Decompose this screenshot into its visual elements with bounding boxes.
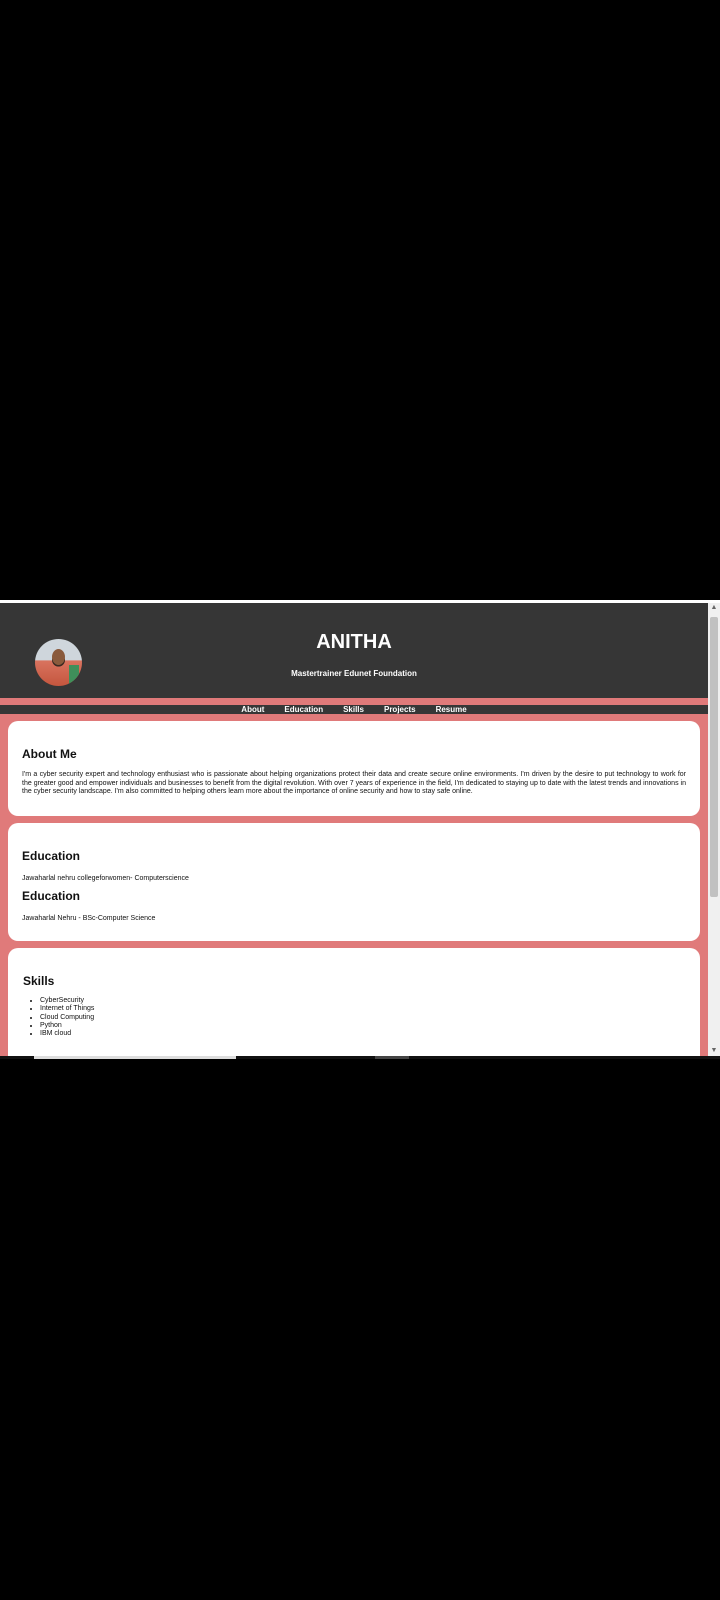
skill-item: Python xyxy=(40,1022,94,1030)
vertical-scrollbar[interactable]: ▲ ▼ xyxy=(708,603,720,1056)
education-title-1: Education xyxy=(22,849,81,863)
nav-link-education[interactable]: Education xyxy=(274,705,333,714)
skills-title: Skills xyxy=(23,974,55,988)
about-title: About Me xyxy=(22,747,77,761)
nav-link-about[interactable]: About xyxy=(231,705,274,714)
skill-item: Internet of Things xyxy=(40,1005,94,1013)
profile-name: ANITHA xyxy=(316,631,392,653)
horizontal-scroll-thumb[interactable] xyxy=(34,1056,236,1059)
about-section: About Me I'm a cyber security expert and… xyxy=(8,721,700,816)
education-title-2: Education xyxy=(22,889,81,903)
nav-link-resume[interactable]: Resume xyxy=(426,705,477,714)
skills-list: CyberSecurity Internet of Things Cloud C… xyxy=(22,997,94,1038)
scroll-down-arrow-icon[interactable]: ▼ xyxy=(708,1046,720,1056)
skill-item: IBM cloud xyxy=(40,1030,94,1038)
skill-item: CyberSecurity xyxy=(40,997,94,1005)
about-text: I'm a cyber security expert and technolo… xyxy=(22,771,686,795)
bottom-strip-segment xyxy=(375,1056,409,1059)
nav-link-projects[interactable]: Projects xyxy=(374,705,426,714)
browser-viewport: ANITHA Mastertrainer Edunet Foundation A… xyxy=(0,603,708,1056)
education-entry-2: Jawaharlal Nehru - BSc-Computer Science xyxy=(22,915,156,922)
nav-bar: About Education Skills Projects Resume xyxy=(0,705,708,714)
scroll-up-arrow-icon[interactable]: ▲ xyxy=(708,603,720,613)
skill-item: Cloud Computing xyxy=(40,1014,94,1022)
profile-tagline: Mastertrainer Edunet Foundation xyxy=(291,669,417,678)
scroll-thumb[interactable] xyxy=(710,617,718,897)
education-entry-1: Jawaharlal nehru collegeforwomen- Comput… xyxy=(22,875,189,882)
education-section: Education Jawaharlal nehru collegeforwom… xyxy=(8,823,700,941)
skills-section: Skills CyberSecurity Internet of Things … xyxy=(8,948,700,1056)
nav-link-skills[interactable]: Skills xyxy=(333,705,374,714)
site-header: ANITHA Mastertrainer Edunet Foundation xyxy=(0,603,708,698)
